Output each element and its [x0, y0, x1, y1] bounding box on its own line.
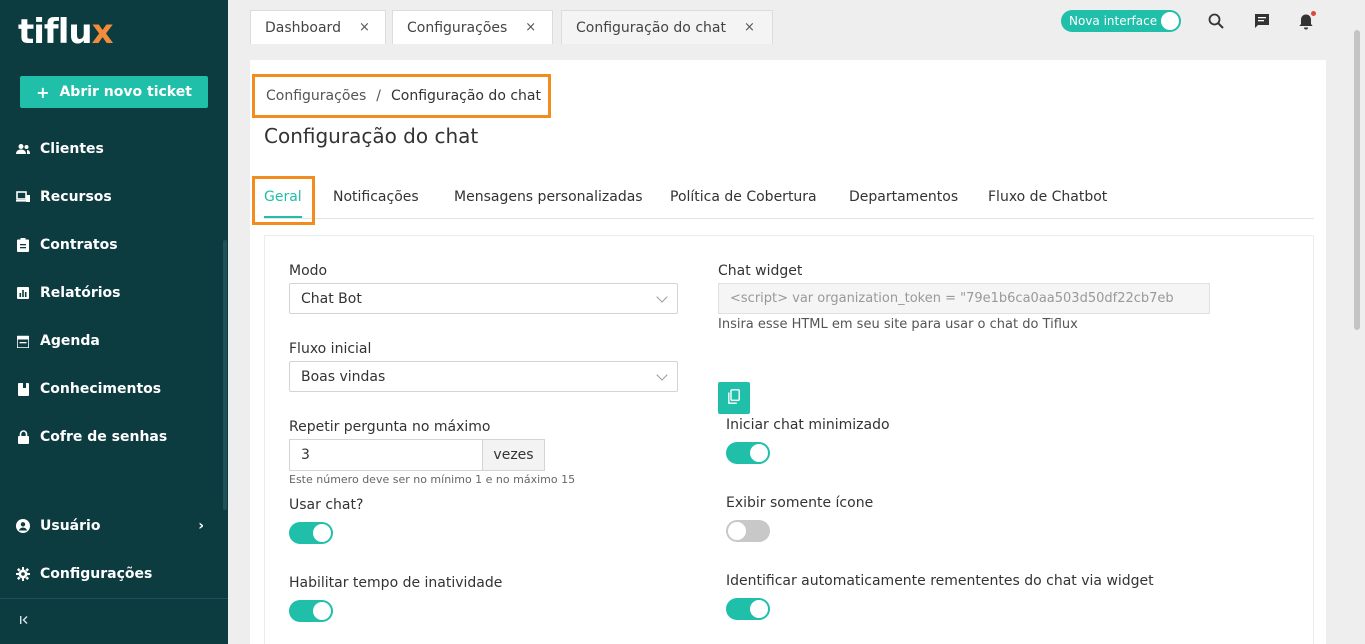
chat-icon[interactable]	[1252, 11, 1272, 31]
somente-icone-label: Exibir somente ícone	[726, 495, 874, 511]
toggle-knob	[1161, 12, 1179, 30]
tab-fluxo-de-chatbot[interactable]: Fluxo de Chatbot	[988, 176, 1107, 218]
chevron-right-icon: ›	[198, 518, 204, 534]
inatividade-toggle[interactable]	[289, 600, 333, 622]
collapse-sidebar-icon[interactable]	[20, 614, 30, 629]
chart-icon	[16, 286, 30, 300]
fluxo-inicial-select[interactable]: Boas vindas	[289, 361, 678, 392]
tab-departamentos[interactable]: Departamentos	[849, 176, 958, 218]
tab-politica-de-cobertura[interactable]: Política de Cobertura	[670, 176, 817, 218]
chevron-down-icon	[656, 369, 668, 381]
plus-icon: +	[36, 82, 50, 102]
repetir-pergunta-label: Repetir pergunta no máximo	[289, 419, 491, 435]
breadcrumb-link-configuracoes[interactable]: Configurações	[266, 88, 366, 104]
repetir-pergunta-input[interactable]: 3	[289, 439, 483, 471]
inatividade-label: Habilitar tempo de inatividade	[289, 575, 503, 591]
sidebar-item-usuario[interactable]: Usuário ›	[0, 506, 224, 546]
identificar-remetentes-label: Identificar automaticamente remententes …	[726, 573, 1154, 589]
close-icon[interactable]: ×	[525, 20, 536, 35]
breadcrumb-separator: /	[376, 88, 382, 104]
settings-tabs: Geral Notificações Mensagens personaliza…	[264, 176, 1314, 219]
gear-icon	[16, 567, 30, 581]
sidebar-item-agenda[interactable]: Agenda	[0, 321, 224, 361]
toggle-knob	[313, 524, 331, 542]
iniciar-minimizado-toggle[interactable]	[726, 442, 770, 464]
sidebar-item-conhecimentos[interactable]: Conhecimentos	[0, 369, 224, 409]
identificar-remetentes-toggle[interactable]	[726, 598, 770, 620]
sidebar-item-clientes[interactable]: Clientes	[0, 129, 224, 169]
tab-bar: Dashboard × Configurações × Configuração…	[228, 0, 1365, 46]
new-interface-toggle[interactable]: Nova interface	[1061, 10, 1181, 32]
chat-widget-code-field[interactable]: <script> var organization_token = "79e1b…	[718, 283, 1210, 314]
sidebar-item-contratos[interactable]: Contratos	[0, 225, 224, 265]
tab-highlight-box	[252, 176, 315, 225]
form-panel: Modo Chat Bot Fluxo inicial Boas vindas …	[264, 235, 1314, 644]
user-icon	[16, 519, 30, 533]
book-icon	[16, 382, 30, 396]
notification-bell-icon[interactable]	[1296, 11, 1316, 31]
chat-widget-help-text: Insira esse HTML em seu site para usar o…	[718, 317, 1078, 332]
close-icon[interactable]: ×	[744, 20, 755, 35]
sidebar-item-configuracoes[interactable]: Configurações	[0, 554, 224, 594]
usar-chat-label: Usar chat?	[289, 497, 364, 513]
logo[interactable]: tiflux	[18, 12, 113, 52]
toggle-knob	[750, 444, 768, 462]
main-content: Configurações / Configuração do chat Con…	[250, 60, 1326, 644]
new-ticket-button[interactable]: + Abrir novo ticket	[20, 76, 208, 108]
sidebar-scrollbar[interactable]	[223, 240, 227, 510]
page-title: Configuração do chat	[264, 124, 479, 148]
tab-notificacoes[interactable]: Notificações	[333, 176, 419, 218]
chat-widget-label: Chat widget	[718, 263, 803, 279]
search-icon[interactable]	[1206, 11, 1226, 31]
chevron-down-icon	[656, 291, 668, 303]
sidebar-divider	[0, 598, 228, 599]
page-scrollbar[interactable]	[1354, 30, 1360, 330]
tab-mensagens-personalizadas[interactable]: Mensagens personalizadas	[454, 176, 643, 218]
modo-label: Modo	[289, 263, 328, 279]
vezes-addon: vezes	[483, 439, 545, 471]
tab-configuracao-do-chat[interactable]: Configuração do chat ×	[561, 10, 773, 44]
modo-select[interactable]: Chat Bot	[289, 283, 678, 314]
sidebar: tiflux + Abrir novo ticket Clientes Recu…	[0, 0, 228, 644]
fluxo-inicial-label: Fluxo inicial	[289, 341, 372, 357]
close-icon[interactable]: ×	[359, 20, 370, 35]
iniciar-minimizado-label: Iniciar chat minimizado	[726, 417, 890, 433]
sidebar-item-recursos[interactable]: Recursos	[0, 177, 224, 217]
users-icon	[16, 142, 30, 156]
breadcrumb-current: Configuração do chat	[391, 88, 541, 104]
sidebar-item-relatorios[interactable]: Relatórios	[0, 273, 224, 313]
clipboard-icon	[16, 238, 30, 252]
copy-icon	[728, 388, 740, 408]
breadcrumb: Configurações / Configuração do chat	[252, 74, 551, 118]
copy-button[interactable]	[718, 382, 750, 414]
repetir-help-text: Este número deve ser no mínimo 1 e no má…	[289, 473, 576, 486]
notification-dot	[1311, 11, 1316, 16]
somente-icone-toggle[interactable]	[726, 520, 770, 542]
calendar-icon	[16, 334, 30, 348]
sidebar-item-cofre-de-senhas[interactable]: Cofre de senhas	[0, 417, 224, 457]
toggle-knob	[313, 602, 331, 620]
devices-icon	[16, 190, 30, 204]
tab-configuracoes[interactable]: Configurações ×	[392, 10, 553, 44]
toggle-knob	[728, 522, 746, 540]
lock-icon	[16, 430, 30, 444]
tab-dashboard[interactable]: Dashboard ×	[250, 10, 386, 44]
toggle-knob	[750, 600, 768, 618]
usar-chat-toggle[interactable]	[289, 522, 333, 544]
